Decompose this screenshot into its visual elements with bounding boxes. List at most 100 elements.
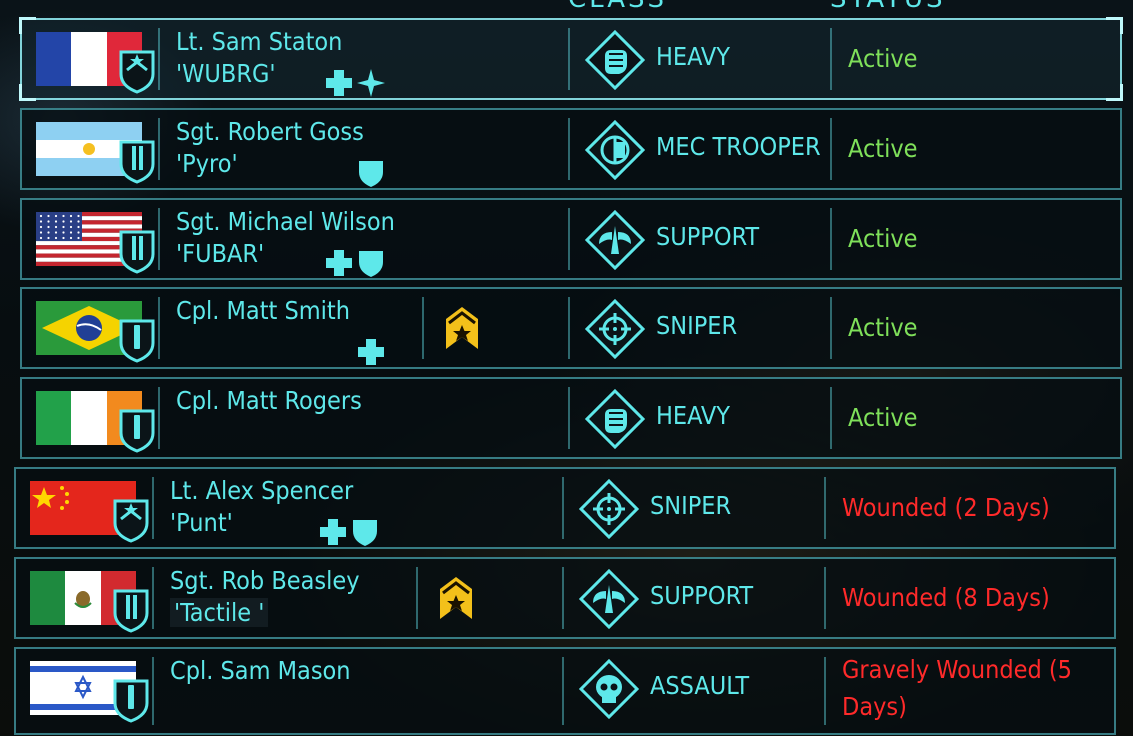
column-divider — [562, 567, 564, 629]
soldier-name: Sgt. Michael Wilson — [176, 207, 395, 236]
column-divider — [824, 477, 826, 539]
sniper-crosshair-icon — [578, 478, 640, 540]
nickname-text: 'WUBRG' — [176, 59, 276, 88]
soldier-row[interactable]: Lt. Sam Staton 'WUBRG' HEAVY Active — [19, 17, 1123, 102]
star-cross-icon — [356, 68, 386, 102]
soldier-nickname: 'FUBAR' — [176, 238, 264, 270]
medic-cross-icon — [356, 337, 386, 371]
status-column-header: STATUS — [830, 0, 946, 14]
mec-trooper-icon — [584, 119, 646, 181]
heavy-fist-icon — [584, 29, 646, 91]
column-divider — [830, 208, 832, 270]
column-divider — [562, 657, 564, 725]
column-divider — [562, 477, 564, 539]
support-wings-icon — [578, 568, 640, 630]
sniper-crosshair-icon — [584, 298, 646, 360]
column-divider — [158, 387, 160, 449]
soldier-name: Lt. Alex Spencer — [170, 476, 354, 505]
shield-icon — [350, 517, 380, 551]
class-column-header: CLASS — [568, 0, 667, 14]
soldier-status: Gravely Wounded (5 Days) — [842, 655, 1072, 721]
soldier-status: Active — [848, 403, 918, 432]
column-divider — [824, 567, 826, 629]
lieutenant-icon — [118, 48, 156, 94]
column-divider — [152, 567, 154, 629]
medic-cross-icon — [324, 248, 354, 282]
nickname-text: 'Pyro' — [176, 149, 238, 178]
soldier-row[interactable]: Cpl. Matt Smith SNIPER Active — [20, 287, 1122, 369]
support-wings-icon — [584, 209, 646, 271]
soldier-status: Active — [848, 134, 918, 163]
corporal-icon — [112, 677, 150, 723]
soldier-name: Sgt. Robert Goss — [176, 117, 364, 146]
soldier-row[interactable]: Lt. Alex Spencer 'Punt' SNIPER Wounded (2 D… — [14, 467, 1116, 549]
column-divider — [568, 297, 570, 359]
soldier-name: Cpl. Matt Rogers — [176, 386, 362, 415]
column-divider — [152, 657, 154, 725]
corporal-icon — [118, 407, 156, 453]
column-divider — [422, 297, 424, 359]
promotion-available-icon[interactable] — [444, 303, 480, 351]
column-divider — [158, 297, 160, 359]
nickname-text: 'Punt' — [170, 508, 233, 537]
soldier-class: HEAVY — [656, 42, 731, 71]
soldier-nickname: 'Punt' — [170, 507, 233, 539]
medic-cross-icon — [318, 517, 348, 551]
selection-corner — [1106, 17, 1123, 34]
assault-skull-icon — [578, 658, 640, 720]
column-divider — [158, 208, 160, 270]
perk-icons — [318, 517, 380, 551]
column-divider — [830, 28, 832, 90]
promotion-available-icon[interactable] — [438, 573, 474, 621]
perk-icons — [356, 158, 386, 192]
column-divider — [830, 297, 832, 359]
perk-icons — [324, 68, 386, 102]
perk-icons — [324, 248, 386, 282]
sergeant-icon — [118, 138, 156, 184]
selection-corner — [19, 17, 36, 34]
column-divider — [158, 28, 160, 90]
soldier-row[interactable]: Sgt. Robert Goss 'Pyro' MEC TROOPER Active — [20, 108, 1122, 190]
soldier-class: SUPPORT — [650, 581, 754, 610]
soldier-name: Sgt. Rob Beasley — [170, 566, 360, 595]
soldier-class: SNIPER — [656, 311, 738, 340]
soldier-status: Wounded (8 Days) — [842, 583, 1050, 612]
shield-icon — [356, 158, 386, 192]
column-divider — [824, 657, 826, 725]
nickname-text: 'Tactile ' — [170, 598, 269, 627]
selection-corner — [19, 84, 36, 101]
soldier-class: MEC TROOPER — [656, 132, 821, 161]
column-divider — [830, 118, 832, 180]
medic-cross-icon — [324, 68, 354, 102]
column-divider — [830, 387, 832, 449]
soldier-roster-screen: CLASS STATUS Lt. Sam Staton 'WUBRG' HEAVY A… — [0, 0, 1133, 736]
soldier-row[interactable]: Cpl. Sam Mason ASSAULT Gravely Wounded (5 … — [14, 647, 1116, 735]
corporal-icon — [118, 317, 156, 363]
column-divider — [568, 28, 570, 90]
soldier-nickname: 'Pyro' — [176, 148, 238, 180]
soldier-class: ASSAULT — [650, 671, 750, 700]
column-divider — [568, 118, 570, 180]
column-divider — [158, 118, 160, 180]
soldier-nickname: 'Tactile ' — [170, 597, 269, 629]
shield-icon — [356, 248, 386, 282]
soldier-row[interactable]: Sgt. Michael Wilson 'FUBAR' SUPPORT Active — [20, 198, 1122, 280]
soldier-row[interactable]: Sgt. Rob Beasley 'Tactile ' SUPPORT Wounded… — [14, 557, 1116, 639]
column-divider — [568, 387, 570, 449]
soldier-name: Cpl. Matt Smith — [176, 296, 350, 325]
column-divider — [568, 208, 570, 270]
soldier-class: SNIPER — [650, 491, 732, 520]
soldier-class: HEAVY — [656, 401, 731, 430]
perk-icons — [356, 337, 386, 371]
soldier-status: Active — [848, 44, 918, 73]
sergeant-icon — [118, 228, 156, 274]
soldier-status: Active — [848, 224, 918, 253]
soldier-status: Active — [848, 313, 918, 342]
lieutenant-icon — [112, 497, 150, 543]
soldier-name: Cpl. Sam Mason — [170, 656, 351, 685]
nickname-text: 'FUBAR' — [176, 239, 265, 268]
soldier-row[interactable]: Cpl. Matt Rogers HEAVY Active — [20, 377, 1122, 459]
soldier-name: Lt. Sam Staton — [176, 27, 343, 56]
column-divider — [152, 477, 154, 539]
soldier-status: Wounded (2 Days) — [842, 493, 1050, 522]
